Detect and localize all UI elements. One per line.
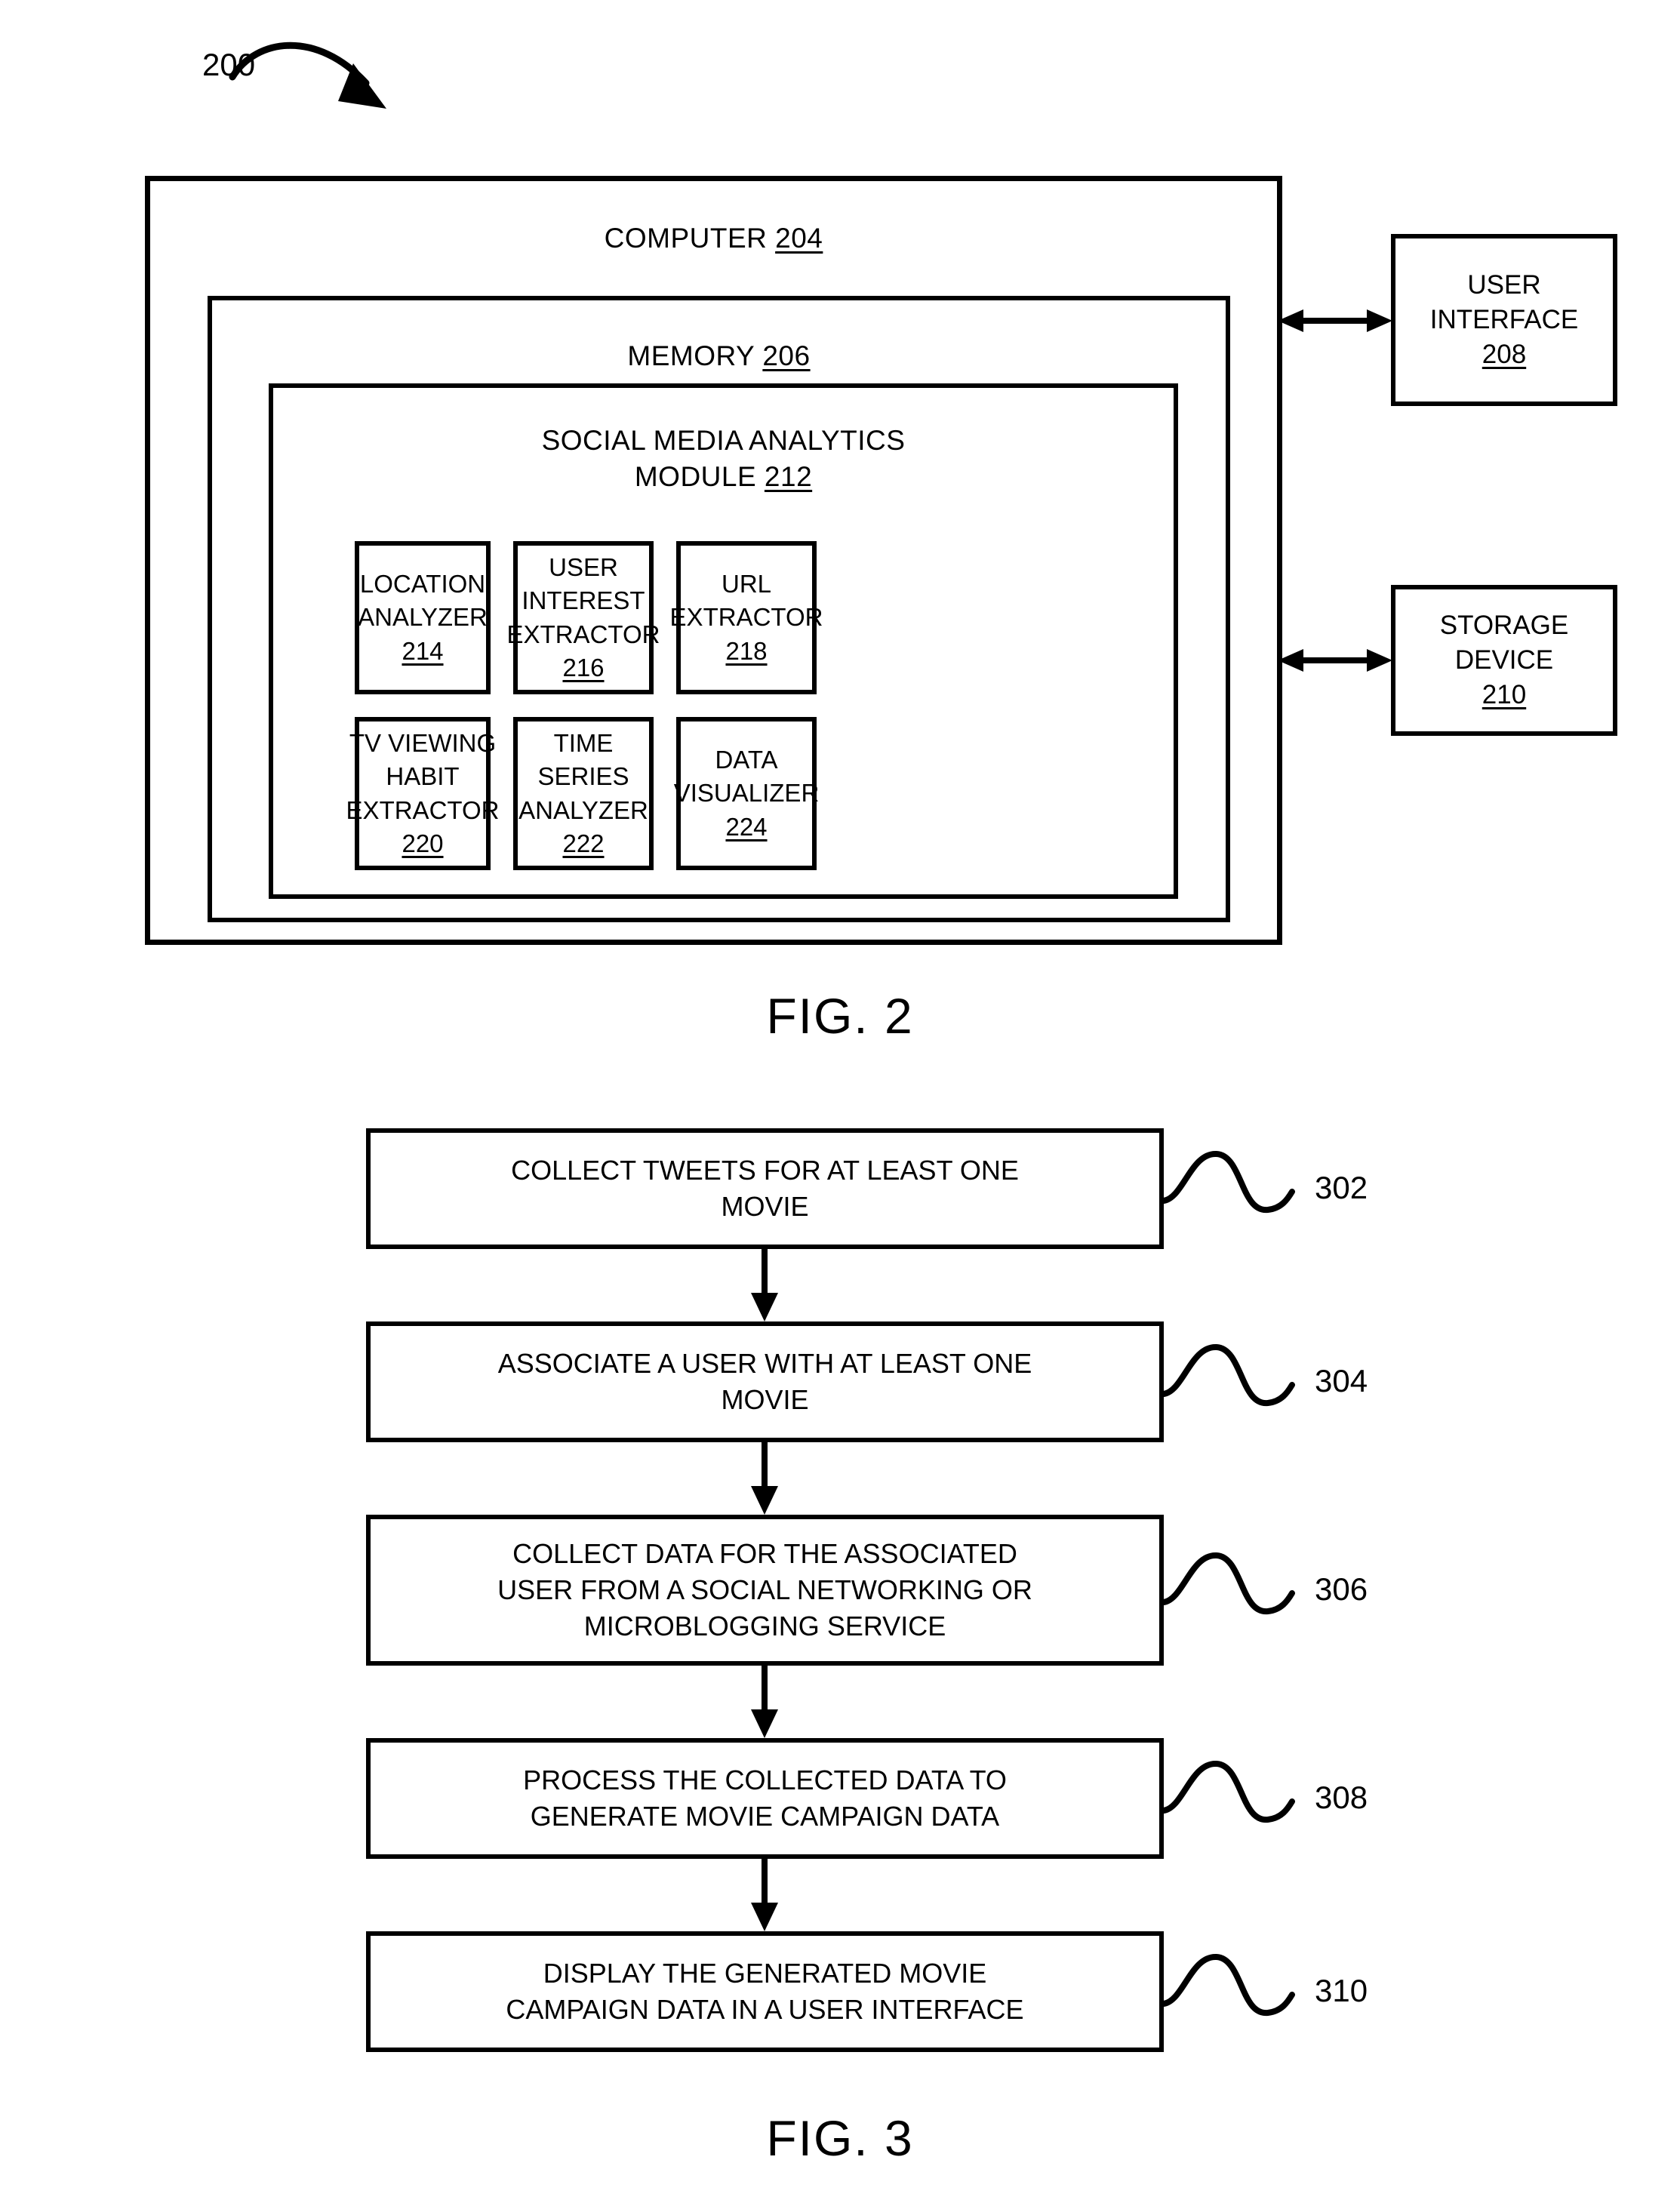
figure-2-caption: FIG. 2 bbox=[766, 988, 914, 1044]
flow-step-304-ref: 304 bbox=[1315, 1363, 1368, 1398]
flow-step-306-label: COLLECT DATA FOR THE ASSOCIATED USER FRO… bbox=[497, 1538, 1032, 1641]
user-interest-extractor-label: USER INTEREST EXTRACTOR 216 bbox=[507, 551, 660, 685]
user-interface-ref: 208 bbox=[1482, 340, 1527, 370]
flow-connector-302-304-icon bbox=[751, 1249, 778, 1321]
user-interest-extractor-text: USER INTEREST EXTRACTOR bbox=[506, 553, 660, 648]
module-ref-number: 212 bbox=[764, 461, 813, 493]
location-analyzer-box: LOCATION ANALYZER 214 bbox=[355, 541, 491, 694]
data-visualizer-ref: 224 bbox=[725, 812, 768, 841]
module-title: SOCIAL MEDIA ANALYTICS MODULE 212 bbox=[273, 423, 1174, 495]
computer-user-interface-connector-icon bbox=[1278, 309, 1392, 332]
time-series-analyzer-label: TIME SERIES ANALYZER 222 bbox=[518, 727, 649, 860]
user-interest-extractor-ref: 216 bbox=[562, 653, 605, 681]
location-analyzer-ref: 214 bbox=[402, 636, 444, 665]
time-series-analyzer-ref: 222 bbox=[562, 829, 605, 857]
squiggle-leader-310-icon bbox=[1161, 1954, 1295, 2017]
location-analyzer-label: LOCATION ANALYZER 214 bbox=[358, 568, 488, 668]
module-title-line2: MODULE bbox=[634, 461, 765, 493]
user-interface-box: USER INTERFACE 208 bbox=[1391, 234, 1617, 406]
flow-step-306: COLLECT DATA FOR THE ASSOCIATED USER FRO… bbox=[366, 1515, 1164, 1666]
data-visualizer-label: DATA VISUALIZER 224 bbox=[674, 743, 820, 844]
squiggle-leader-304-icon bbox=[1161, 1344, 1295, 1407]
time-series-analyzer-box: TIME SERIES ANALYZER 222 bbox=[513, 717, 654, 870]
user-interface-text: USER INTERFACE bbox=[1429, 269, 1579, 334]
flow-step-302-ref: 302 bbox=[1315, 1170, 1368, 1205]
flow-connector-308-310-icon bbox=[751, 1859, 778, 1931]
url-extractor-text: URL EXTRACTOR bbox=[669, 570, 823, 632]
memory-title-text: MEMORY bbox=[627, 340, 763, 371]
computer-title: COMPUTER 204 bbox=[150, 220, 1277, 257]
user-interest-extractor-box: USER INTEREST EXTRACTOR 216 bbox=[507, 541, 660, 694]
url-extractor-label: URL EXTRACTOR 218 bbox=[670, 568, 823, 668]
storage-device-box: STORAGE DEVICE 210 bbox=[1391, 585, 1617, 736]
location-analyzer-text: LOCATION ANALYZER bbox=[358, 570, 488, 632]
tv-viewing-habit-extractor-box: TV VIEWING HABIT EXTRACTOR 220 bbox=[346, 717, 499, 870]
flow-step-304: ASSOCIATE A USER WITH AT LEAST ONE MOVIE bbox=[366, 1321, 1164, 1442]
data-visualizer-text: DATA VISUALIZER bbox=[673, 746, 820, 808]
system-reference-arrow-icon bbox=[229, 42, 386, 109]
social-media-analytics-module-box: SOCIAL MEDIA ANALYTICS MODULE 212 LOCATI… bbox=[269, 383, 1178, 899]
time-series-analyzer-text: TIME SERIES ANALYZER bbox=[518, 729, 648, 824]
patent-figure-sheet: 200 COMPUTER 204 MEMORY 206 SOCIAL MEDIA… bbox=[0, 0, 1680, 2206]
user-interface-label: USER INTERFACE 208 bbox=[1430, 268, 1578, 373]
flow-step-310-label: DISPLAY THE GENERATED MOVIE CAMPAIGN DAT… bbox=[506, 1958, 1024, 2025]
flow-connector-306-308-icon bbox=[751, 1666, 778, 1738]
memory-title: MEMORY 206 bbox=[212, 338, 1226, 374]
computer-storage-device-connector-icon bbox=[1278, 649, 1392, 672]
module-title-line1: SOCIAL MEDIA ANALYTICS bbox=[541, 425, 906, 456]
url-extractor-box: URL EXTRACTOR 218 bbox=[670, 541, 823, 694]
squiggle-leader-306-icon bbox=[1161, 1552, 1295, 1615]
tv-viewing-habit-extractor-ref: 220 bbox=[402, 829, 444, 857]
squiggle-leader-308-icon bbox=[1161, 1761, 1295, 1823]
tv-viewing-habit-extractor-label: TV VIEWING HABIT EXTRACTOR 220 bbox=[346, 727, 500, 860]
url-extractor-ref: 218 bbox=[725, 636, 768, 665]
flow-step-306-ref: 306 bbox=[1315, 1571, 1368, 1607]
flow-step-310-ref: 310 bbox=[1315, 1973, 1368, 2008]
flow-step-310: DISPLAY THE GENERATED MOVIE CAMPAIGN DAT… bbox=[366, 1931, 1164, 2052]
memory-ref-number: 206 bbox=[762, 340, 811, 371]
data-visualizer-box: DATA VISUALIZER 224 bbox=[674, 717, 820, 870]
storage-device-label: STORAGE DEVICE 210 bbox=[1440, 608, 1569, 713]
figure-3-caption: FIG. 3 bbox=[766, 2110, 914, 2166]
flow-step-308-label: PROCESS THE COLLECTED DATA TO GENERATE M… bbox=[523, 1764, 1007, 1832]
tv-viewing-habit-extractor-text: TV VIEWING HABIT EXTRACTOR bbox=[346, 729, 500, 824]
squiggle-leader-302-icon bbox=[1161, 1151, 1295, 1214]
flow-step-308-ref: 308 bbox=[1315, 1780, 1368, 1815]
storage-device-text: STORAGE DEVICE bbox=[1439, 610, 1569, 675]
computer-title-text: COMPUTER bbox=[604, 223, 776, 254]
flow-step-304-label: ASSOCIATE A USER WITH AT LEAST ONE MOVIE bbox=[497, 1348, 1032, 1415]
flow-step-302-label: COLLECT TWEETS FOR AT LEAST ONE MOVIE bbox=[511, 1155, 1019, 1222]
computer-ref-number: 204 bbox=[775, 223, 823, 254]
flow-step-302: COLLECT TWEETS FOR AT LEAST ONE MOVIE bbox=[366, 1128, 1164, 1249]
storage-device-ref: 210 bbox=[1482, 680, 1527, 710]
flow-step-308: PROCESS THE COLLECTED DATA TO GENERATE M… bbox=[366, 1738, 1164, 1859]
computer-box: COMPUTER 204 MEMORY 206 SOCIAL MEDIA ANA… bbox=[145, 176, 1282, 945]
flow-connector-304-306-icon bbox=[751, 1442, 778, 1515]
memory-box: MEMORY 206 SOCIAL MEDIA ANALYTICS MODULE… bbox=[208, 296, 1230, 922]
